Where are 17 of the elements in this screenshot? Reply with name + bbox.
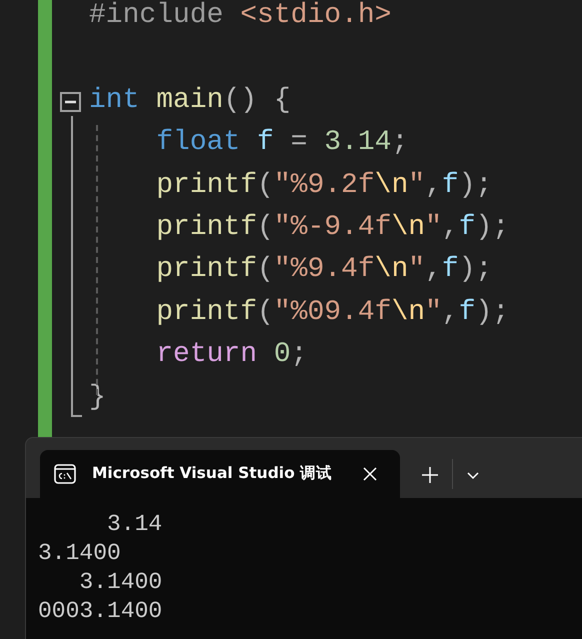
code-line: printf("%9.4f\n",f); bbox=[155, 253, 492, 288]
code-line: #include <stdio.h> bbox=[89, 0, 392, 33]
fold-toggle[interactable] bbox=[60, 92, 81, 112]
output-line: 0003.1400 bbox=[38, 598, 162, 624]
code-line: printf("%9.2f\n",f); bbox=[155, 168, 492, 203]
code-line: printf("%09.4f\n",f); bbox=[155, 296, 510, 330]
code-line: printf("%-9.4f\n",f); bbox=[155, 210, 510, 245]
output-line: 3.14 bbox=[106, 511, 162, 537]
output-line: 3.1400 bbox=[38, 540, 121, 566]
code-line: int main() { bbox=[89, 84, 291, 118]
console-icon bbox=[54, 464, 76, 484]
close-icon[interactable] bbox=[362, 466, 378, 482]
code-line: return 0; bbox=[155, 338, 308, 372]
code-line: float f = 3.14; bbox=[155, 126, 408, 160]
plus-icon bbox=[420, 464, 440, 485]
output-line: 3.1400 bbox=[78, 569, 162, 595]
terminal-tab[interactable]: Microsoft Visual Studio 调试 bbox=[40, 450, 400, 498]
